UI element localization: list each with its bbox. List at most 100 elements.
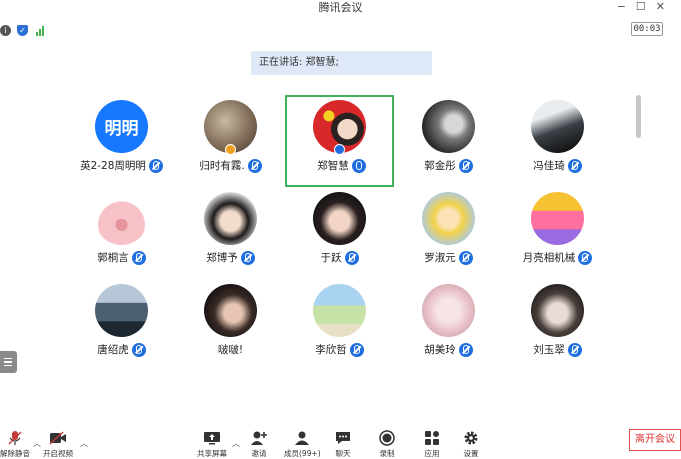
invite-label: 邀请 <box>251 449 267 458</box>
chat-button[interactable]: 聊天 <box>334 430 352 459</box>
participant-tile[interactable]: 明明 英2-28周明明 <box>67 95 176 187</box>
audio-options-caret-icon[interactable]: ︿ <box>33 438 41 449</box>
participant-name: 唐绍虎 <box>97 344 129 356</box>
meeting-toolbar: 解除静音 ︿ 开启视频 ︿ 共享屏幕 ︿ 邀请 成员(99+) 聊天 录制 应用… <box>0 425 681 458</box>
mic-muted-icon <box>458 342 473 357</box>
avatar <box>313 192 366 245</box>
window-controls[interactable]: −☐✕ <box>617 0 675 13</box>
mic-muted-icon <box>458 250 473 265</box>
settings-button[interactable]: 设置 <box>462 430 480 459</box>
avatar <box>204 284 257 337</box>
status-bar: i ✓ <box>0 22 46 38</box>
participant-tile[interactable]: 胡美玲 <box>394 279 503 371</box>
unmute-button[interactable]: 解除静音 <box>0 430 30 459</box>
participant-tile[interactable]: 唐绍虎 <box>67 279 176 371</box>
participant-name: 于跃 <box>320 252 342 264</box>
record-icon <box>378 430 396 446</box>
avatar <box>422 284 475 337</box>
participant-name: 郭桐言 <box>97 252 129 264</box>
avatar <box>95 284 148 337</box>
shield-icon[interactable]: ✓ <box>17 24 28 36</box>
participant-tile[interactable]: 罗淑元 <box>394 187 503 279</box>
host-badge-icon <box>225 144 236 155</box>
record-button[interactable]: 录制 <box>378 430 396 459</box>
participant-name: 郑智慧 <box>317 160 349 172</box>
start-video-button[interactable]: 开启视频 <box>43 430 73 459</box>
maximize-icon[interactable]: ☐ <box>636 0 656 13</box>
share-options-caret-icon[interactable]: ︿ <box>232 438 240 449</box>
record-label: 录制 <box>379 449 395 458</box>
participant-name: 罗淑元 <box>424 252 456 264</box>
mic-muted-icon <box>131 342 146 357</box>
participant-name: 刘玉翠 <box>533 344 565 356</box>
participant-tile[interactable]: 啵啵! <box>176 279 285 371</box>
chat-label: 聊天 <box>335 449 351 458</box>
participant-tile[interactable]: 郭桐言 <box>67 187 176 279</box>
speaking-indicator: 正在讲话: 郑智慧; <box>251 51 432 75</box>
avatar <box>531 284 584 337</box>
avatar: 明明 <box>95 100 148 153</box>
participant-tile[interactable]: 郑博予 <box>176 187 285 279</box>
minimize-icon[interactable]: − <box>617 0 636 13</box>
gear-icon <box>462 430 480 446</box>
chat-icon <box>334 430 352 446</box>
share-screen-icon <box>203 430 221 446</box>
participant-tile[interactable]: 冯佳琦 <box>503 95 612 187</box>
mic-muted-icon <box>247 158 262 173</box>
participant-tile[interactable]: 归时有霧. <box>176 95 285 187</box>
signal-icon[interactable] <box>34 25 46 36</box>
avatar <box>531 100 584 153</box>
meeting-timer: 00:03 <box>631 22 663 36</box>
participant-name: 归时有霧. <box>199 160 245 172</box>
mic-muted-icon <box>344 250 359 265</box>
scrollbar-thumb[interactable] <box>636 95 641 138</box>
mic-muted-icon <box>578 250 593 265</box>
participant-tile[interactable]: 郭金彤 <box>394 95 503 187</box>
avatar <box>422 100 475 153</box>
members-label: 成员(99+) <box>284 449 321 458</box>
participant-tile[interactable]: 刘玉翠 <box>503 279 612 371</box>
video-options-caret-icon[interactable]: ︿ <box>80 438 88 449</box>
participant-name: 李欣哲 <box>315 344 347 356</box>
mic-on-icon <box>351 158 366 173</box>
mic-muted-icon <box>6 430 24 446</box>
video-off-icon <box>49 430 67 446</box>
participant-name: 郑博予 <box>206 252 238 264</box>
avatar <box>422 192 475 245</box>
participant-tile[interactable]: 李欣哲 <box>285 279 394 371</box>
share-screen-label: 共享屏幕 <box>197 449 227 458</box>
leave-meeting-button[interactable]: 离开会议 <box>629 429 681 451</box>
share-screen-button[interactable]: 共享屏幕 <box>197 430 227 459</box>
cohost-badge-icon <box>334 144 345 155</box>
avatar <box>313 284 366 337</box>
avatar <box>95 192 148 245</box>
info-icon[interactable]: i <box>0 24 11 36</box>
settings-label: 设置 <box>463 449 479 458</box>
mic-muted-icon <box>567 158 582 173</box>
mic-muted-icon <box>240 250 255 265</box>
members-button[interactable]: 成员(99+) <box>284 430 321 459</box>
mic-muted-icon <box>131 250 146 265</box>
invite-button[interactable]: 邀请 <box>250 430 268 459</box>
participant-tile[interactable]: 月亮相机械 <box>503 187 612 279</box>
participant-name: 月亮相机械 <box>522 252 576 264</box>
unmute-label: 解除静音 <box>0 449 30 458</box>
apps-label: 应用 <box>424 449 440 458</box>
participant-name: 冯佳琦 <box>533 160 565 172</box>
avatar <box>204 192 257 245</box>
participant-name: 啵啵! <box>217 344 244 356</box>
participant-tile[interactable]: 于跃 <box>285 187 394 279</box>
start-video-label: 开启视频 <box>43 449 73 458</box>
mic-muted-icon <box>458 158 473 173</box>
close-icon[interactable]: ✕ <box>656 0 675 13</box>
members-icon <box>293 430 311 446</box>
active-speaker-tile[interactable]: 郑智慧 <box>285 95 394 187</box>
participant-name: 胡美玲 <box>424 344 456 356</box>
avatar <box>531 192 584 245</box>
side-panel-toggle[interactable] <box>0 351 17 373</box>
mic-muted-icon <box>567 342 582 357</box>
mic-muted-icon <box>349 342 364 357</box>
participant-name: 英2-28周明明 <box>80 160 146 172</box>
window-title: 腾讯会议 <box>318 1 363 14</box>
apps-button[interactable]: 应用 <box>423 430 441 459</box>
